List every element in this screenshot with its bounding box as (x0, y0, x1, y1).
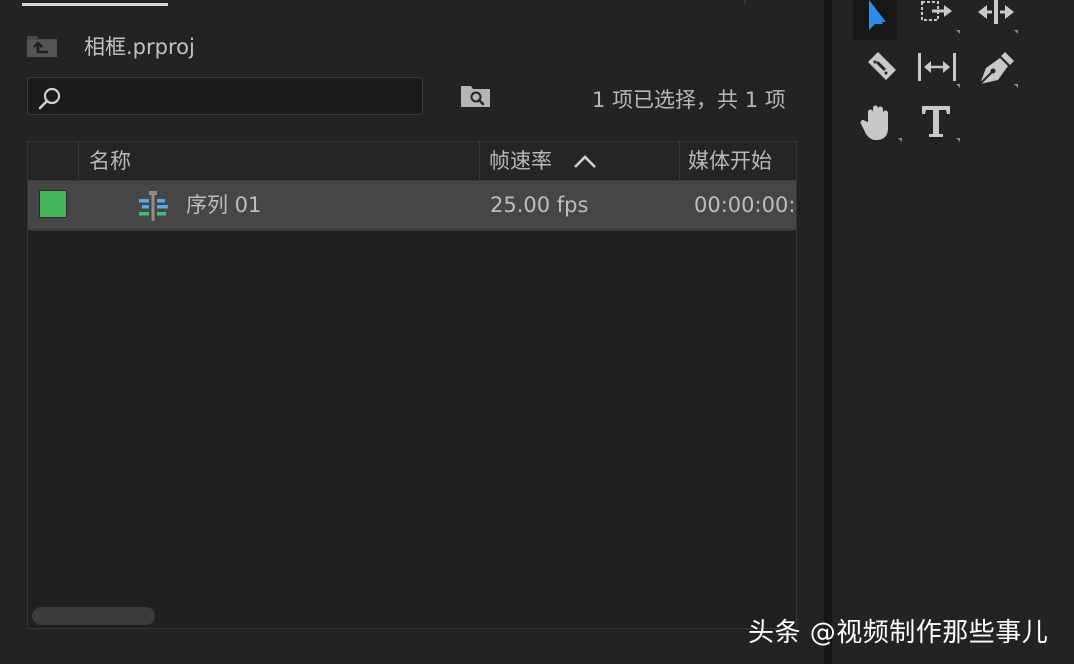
column-header-frame-rate[interactable]: 帧速率 (489, 142, 679, 180)
razor-tool[interactable] (858, 50, 902, 90)
slip-tool-icon (918, 53, 960, 88)
item-media-start: 00:00:00:0 (694, 193, 796, 217)
column-header-name[interactable]: 名称 (89, 142, 469, 180)
active-tab-indicator (22, 3, 168, 6)
project-items-table: 名称 帧速率 媒体开始 序列 01 25.00 fps 00:00:00: (27, 141, 797, 629)
panel-tab-divider (744, 0, 746, 4)
track-select-tool[interactable] (916, 0, 960, 40)
table-row[interactable]: 序列 01 25.00 fps 00:00:00:0 (28, 181, 796, 231)
watermark: 头条 @视频制作那些事儿 (748, 618, 1049, 648)
track-select-tool-icon (921, 1, 960, 34)
sort-ascending-icon (573, 155, 596, 168)
horizontal-scrollbar[interactable] (32, 607, 155, 625)
pen-tool-icon (979, 52, 1018, 88)
label-color-swatch[interactable] (39, 190, 67, 218)
folder-up-icon[interactable] (26, 34, 58, 58)
hand-tool-icon (860, 105, 902, 142)
column-header-frame-rate-label: 帧速率 (489, 149, 552, 173)
ripple-edit-tool-icon (978, 0, 1018, 34)
column-divider[interactable] (78, 142, 79, 180)
project-panel: 相框.prproj 1 项已选择，共 1 项 名称 帧速率 媒体开始 序列 01… (0, 0, 824, 664)
selection-tool[interactable] (853, 0, 897, 40)
ripple-edit-tool[interactable] (974, 0, 1018, 40)
item-frame-rate: 25.00 fps (490, 193, 589, 217)
search-icon (38, 87, 61, 110)
tools-panel (832, 0, 1074, 664)
sequence-icon (139, 191, 168, 221)
find-in-bin-icon[interactable] (460, 83, 492, 109)
panel-divider[interactable] (824, 0, 832, 664)
type-tool-icon (922, 106, 960, 142)
razor-tool-icon (868, 52, 896, 80)
selection-status: 1 项已选择，共 1 项 (592, 88, 786, 112)
type-tool[interactable] (916, 104, 960, 144)
item-name: 序列 01 (186, 193, 262, 217)
table-header: 名称 帧速率 媒体开始 (28, 142, 796, 181)
selection-tool-icon (869, 0, 886, 30)
slip-tool[interactable] (916, 50, 960, 90)
column-divider[interactable] (479, 142, 480, 180)
column-divider[interactable] (679, 142, 680, 180)
project-name: 相框.prproj (84, 35, 195, 59)
search-input[interactable] (68, 82, 412, 112)
pen-tool[interactable] (974, 50, 1018, 90)
column-header-media-start[interactable]: 媒体开始 (688, 142, 796, 180)
hand-tool[interactable] (858, 104, 902, 144)
search-field[interactable] (27, 77, 423, 115)
